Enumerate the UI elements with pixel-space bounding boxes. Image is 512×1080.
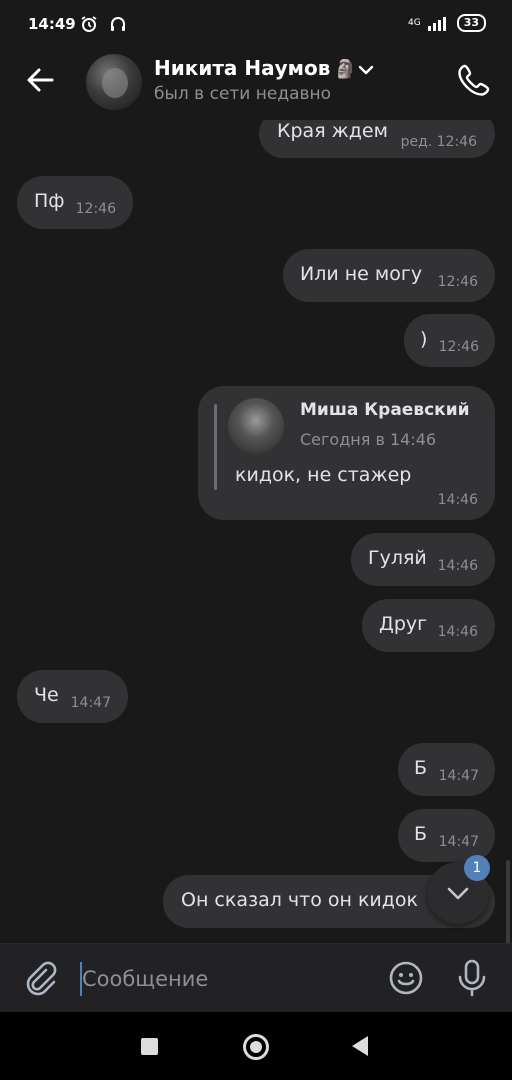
contact-name-text: Никита Наумов <box>154 56 331 80</box>
message-bubble-out-reply[interactable]: Миша Краевский Сегодня в 14:46 кидок, не… <box>198 386 495 520</box>
chat-header: Никита Наумов 🗿 был в сети недавно <box>0 48 512 120</box>
system-back-button[interactable] <box>352 1036 368 1056</box>
battery-indicator: 33 <box>456 14 486 32</box>
back-arrow-icon[interactable] <box>24 64 56 96</box>
microphone-icon[interactable] <box>454 958 490 998</box>
message-bubble-out[interactable]: ) 12:46 <box>404 314 495 367</box>
status-bar: 14:49 4G 33 <box>0 0 512 48</box>
message-time: 14:47 <box>70 695 111 711</box>
message-bubble-out[interactable]: Гуляй 14:46 <box>351 533 495 586</box>
message-text: Че <box>34 684 59 706</box>
message-time: 12:46 <box>438 339 479 355</box>
message-text: Б <box>414 823 428 845</box>
reply-date: Сегодня в 14:46 <box>300 430 437 449</box>
chevron-down-icon <box>447 887 469 900</box>
message-text: Пф <box>34 190 65 212</box>
message-text: Друг <box>379 613 428 635</box>
chat-scrollbar[interactable] <box>506 860 510 943</box>
message-bubble-out[interactable]: Друг 14:46 <box>362 599 495 652</box>
message-bubble-out[interactable]: Б 14:47 <box>398 809 495 862</box>
message-time: 14:47 <box>438 768 479 784</box>
message-bubble-out[interactable]: Или не могу 12:46 <box>283 249 495 302</box>
message-text: Края ждем <box>277 120 388 142</box>
message-time: 14:46 <box>437 624 478 640</box>
message-text: ) <box>420 328 428 350</box>
message-time: 14:46 <box>437 558 478 574</box>
message-time: 12:46 <box>437 274 478 290</box>
message-text: Он сказал что он кидок <box>181 889 419 911</box>
network-type: 4G <box>407 17 421 28</box>
moai-emoji: 🗿 <box>334 59 357 80</box>
alarm-icon <box>81 15 97 32</box>
phone-icon[interactable] <box>456 62 492 98</box>
paperclip-icon[interactable] <box>22 960 58 996</box>
message-bubble-out[interactable]: Края ждем ред. 12:46 <box>259 120 495 158</box>
system-navigation-bar <box>0 1012 512 1080</box>
message-text: кидок, не стажер <box>235 464 412 486</box>
message-bubble-in[interactable]: Пф 12:46 <box>17 176 133 229</box>
message-time: ред. 12:46 <box>400 134 477 150</box>
contact-status: был в сети недавно <box>154 84 332 104</box>
message-time: 14:47 <box>438 834 479 850</box>
unread-count-badge: 1 <box>464 855 490 881</box>
message-bubble-in[interactable]: Че 14:47 <box>17 670 128 723</box>
message-text: Гуляй <box>368 547 427 569</box>
reply-author-name: Миша Краевский <box>300 400 470 420</box>
message-text: Или не могу <box>300 263 423 285</box>
reply-quote-bar <box>214 404 217 490</box>
status-left-icons <box>80 14 127 33</box>
headphones-icon <box>110 16 125 31</box>
reply-avatar <box>228 398 284 454</box>
chevron-down-icon[interactable] <box>356 60 376 80</box>
status-time: 14:49 <box>28 15 76 33</box>
contact-name[interactable]: Никита Наумов 🗿 <box>154 56 357 80</box>
status-right-icons: 4G 33 <box>408 14 486 32</box>
message-text: Б <box>414 757 428 779</box>
message-time: 14:46 <box>437 492 478 508</box>
message-composer <box>0 943 512 1013</box>
message-list[interactable]: Края ждем ред. 12:46 Пф 12:46 Или не мог… <box>0 120 512 943</box>
contact-avatar[interactable] <box>86 54 142 110</box>
message-input[interactable] <box>82 962 372 996</box>
signal-icon <box>427 17 446 31</box>
recent-apps-button[interactable] <box>141 1038 158 1055</box>
home-button[interactable] <box>243 1034 269 1060</box>
emoji-icon[interactable] <box>388 960 424 996</box>
message-bubble-out[interactable]: Б 14:47 <box>398 743 495 796</box>
message-time: 12:46 <box>75 201 116 217</box>
